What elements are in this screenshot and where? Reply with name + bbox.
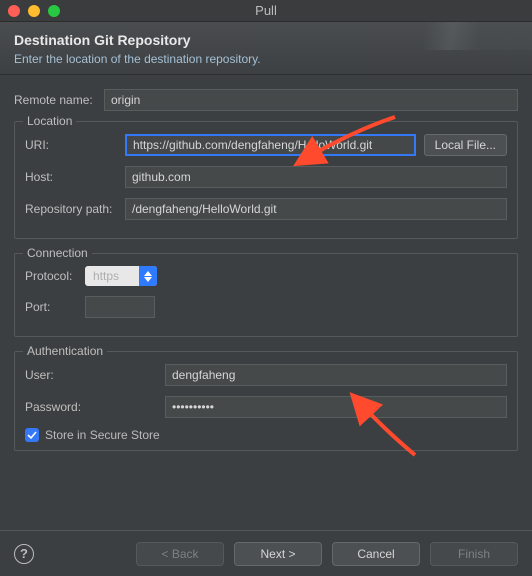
zoom-icon[interactable] — [48, 5, 60, 17]
check-icon — [27, 430, 37, 440]
repo-path-row: Repository path: — [25, 198, 507, 220]
user-row: User: — [25, 364, 507, 386]
protocol-label: Protocol: — [25, 269, 85, 283]
window-controls — [0, 5, 60, 17]
user-input[interactable] — [165, 364, 507, 386]
password-label: Password: — [25, 400, 165, 414]
location-legend: Location — [23, 114, 76, 128]
protocol-value: https — [85, 269, 139, 283]
uri-input[interactable] — [125, 134, 416, 156]
cancel-button[interactable]: Cancel — [332, 542, 420, 566]
uri-label: URI: — [25, 138, 125, 152]
close-icon[interactable] — [8, 5, 20, 17]
repo-path-input[interactable] — [125, 198, 507, 220]
back-button: < Back — [136, 542, 224, 566]
password-row: Password: — [25, 396, 507, 418]
store-label: Store in Secure Store — [45, 428, 160, 442]
uri-row: URI: Local File... — [25, 134, 507, 156]
connection-group: Connection Protocol: https Port: — [14, 253, 518, 337]
dialog-header: Destination Git Repository Enter the loc… — [0, 22, 532, 75]
dialog-body: Remote name: Location URI: Local File...… — [0, 75, 532, 473]
user-label: User: — [25, 368, 165, 382]
dialog-footer: ? < Back Next > Cancel Finish — [0, 530, 532, 576]
remote-name-input[interactable] — [104, 89, 518, 111]
next-button[interactable]: Next > — [234, 542, 322, 566]
password-input[interactable] — [165, 396, 507, 418]
auth-group: Authentication User: Password: Store in … — [14, 351, 518, 451]
header-title: Destination Git Repository — [14, 32, 518, 48]
header-subtitle: Enter the location of the destination re… — [14, 52, 518, 66]
repo-path-label: Repository path: — [25, 202, 125, 216]
host-label: Host: — [25, 170, 125, 184]
store-checkbox[interactable] — [25, 428, 39, 442]
port-row: Port: — [25, 296, 507, 318]
finish-button: Finish — [430, 542, 518, 566]
protocol-select[interactable]: https — [85, 266, 157, 286]
protocol-row: Protocol: https — [25, 266, 507, 286]
port-label: Port: — [25, 300, 85, 314]
help-icon[interactable]: ? — [14, 544, 34, 564]
local-file-button[interactable]: Local File... — [424, 134, 507, 156]
remote-name-row: Remote name: — [14, 89, 518, 111]
titlebar: Pull — [0, 0, 532, 22]
host-row: Host: — [25, 166, 507, 188]
auth-legend: Authentication — [23, 344, 107, 358]
select-stepper-icon — [139, 266, 157, 286]
window-title: Pull — [0, 3, 532, 18]
connection-legend: Connection — [23, 246, 92, 260]
store-row: Store in Secure Store — [25, 428, 507, 442]
port-input[interactable] — [85, 296, 155, 318]
remote-name-label: Remote name: — [14, 93, 104, 107]
host-input[interactable] — [125, 166, 507, 188]
minimize-icon[interactable] — [28, 5, 40, 17]
location-group: Location URI: Local File... Host: Reposi… — [14, 121, 518, 239]
